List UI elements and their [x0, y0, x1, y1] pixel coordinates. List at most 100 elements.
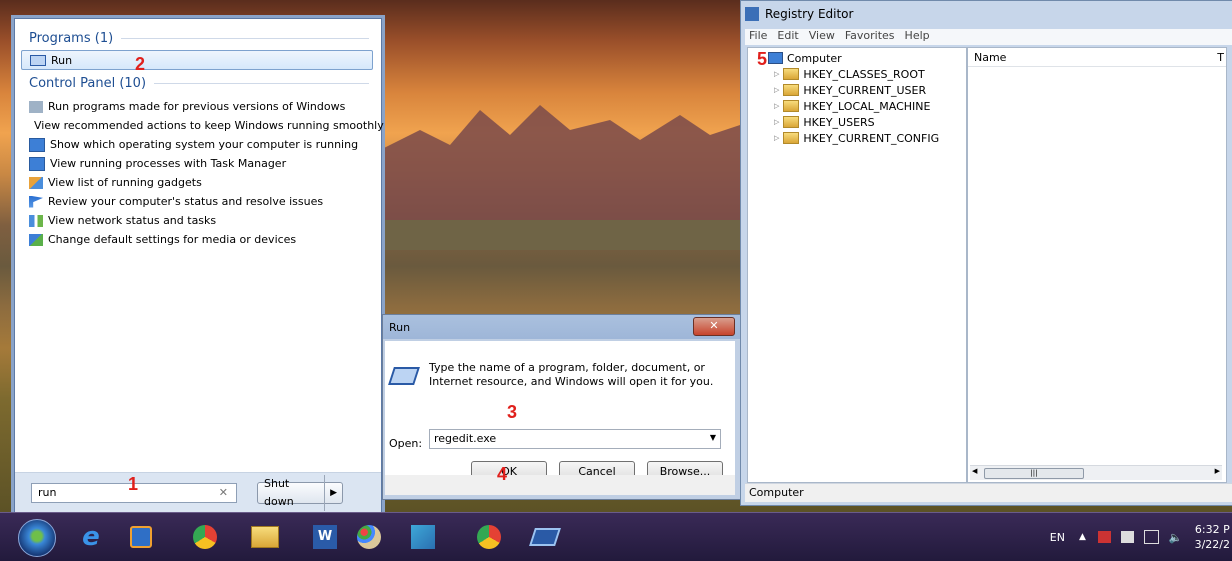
run-description: Type the name of a program, folder, docu… [429, 361, 714, 388]
expand-arrow-icon[interactable]: ▷ [774, 134, 779, 142]
chrome-taskbar-icon-2[interactable] [470, 521, 508, 553]
menu-file[interactable]: File [749, 29, 767, 45]
folder-icon [783, 132, 800, 144]
clear-search-icon[interactable]: ✕ [219, 486, 228, 499]
chrome-taskbar-icon[interactable] [186, 521, 224, 553]
menu-favorites[interactable]: Favorites [845, 29, 895, 45]
tree-node-hklm[interactable]: ▷ HKEY_LOCAL_MACHINE [748, 98, 966, 114]
run-taskbar-icon[interactable] [526, 521, 564, 553]
column-name: Name [974, 50, 1007, 64]
folder-icon [783, 100, 800, 112]
folder-icon [783, 84, 800, 96]
shutdown-options-arrow-icon[interactable]: ▶ [325, 488, 342, 498]
run-dialog-titlebar[interactable]: Run [383, 315, 741, 339]
control-panel-item[interactable]: Show which operating system your compute… [15, 135, 381, 154]
expand-arrow-icon[interactable]: ▷ [774, 86, 779, 94]
control-panel-item[interactable]: View running processes with Task Manager [15, 154, 381, 173]
menu-edit[interactable]: Edit [777, 29, 798, 45]
divider [154, 83, 369, 84]
keyboard-icon[interactable] [1120, 531, 1134, 543]
action-center-flag-icon [29, 195, 43, 208]
open-label: Open: [389, 437, 423, 450]
run-dialog: Run ✕ Type the name of a program, folder… [382, 314, 742, 500]
file-explorer-taskbar-icon[interactable] [246, 521, 284, 553]
search-value: run [38, 486, 57, 499]
paint-taskbar-icon[interactable] [350, 521, 388, 553]
control-panel-header-text: Control Panel (10) [29, 76, 147, 91]
control-panel-item[interactable]: View network status and tasks [15, 211, 381, 230]
annotation-1: 1 [128, 474, 139, 494]
control-panel-item[interactable]: View list of running gadgets [15, 173, 381, 192]
tree-item-label: HKEY_CLASSES_ROOT [803, 67, 925, 81]
run-dialog-title: Run [389, 320, 411, 334]
action-center-flag-icon[interactable] [1097, 531, 1111, 543]
tree-node-hkcu[interactable]: ▷ HKEY_CURRENT_USER [748, 82, 966, 98]
word-taskbar-icon[interactable]: W [306, 521, 344, 553]
media-player-taskbar-icon[interactable] [122, 521, 160, 553]
tree-item-label: HKEY_LOCAL_MACHINE [803, 99, 931, 113]
folder-icon [783, 68, 800, 80]
start-button[interactable] [18, 519, 56, 557]
open-value: regedit.exe [434, 432, 497, 445]
control-panel-header: Control Panel (10) [15, 72, 381, 93]
expand-arrow-icon[interactable]: ▷ [774, 118, 779, 126]
tree-item-label: HKEY_CURRENT_USER [803, 83, 927, 97]
start-menu: Programs (1) Run Control Panel (10) Run … [14, 18, 384, 514]
annotation-4: 4 [497, 464, 508, 484]
programs-header-text: Programs (1) [29, 31, 114, 46]
item-label: Show which operating system your compute… [50, 138, 359, 151]
annotation-3: 3 [507, 402, 518, 422]
run-close-button[interactable]: ✕ [693, 317, 735, 336]
registry-tree-pane: Computer ▷ HKEY_CLASSES_ROOT ▷ HKEY_CURREN… [747, 47, 967, 483]
horizontal-scrollbar[interactable]: ◀ ||| ▶ [970, 465, 1222, 480]
registry-status-bar: Computer [745, 483, 1232, 502]
run-icon [388, 367, 420, 385]
run-dialog-body: Type the name of a program, folder, docu… [385, 341, 735, 483]
volume-icon[interactable]: 🔈 [1169, 531, 1183, 544]
registry-editor-title: Registry Editor [765, 7, 854, 21]
scroll-left-icon[interactable]: ◀ [972, 467, 977, 475]
menu-help[interactable]: Help [905, 29, 930, 45]
registry-editor-titlebar[interactable]: Registry Editor [741, 1, 1232, 27]
tree-item-label: HKEY_CURRENT_CONFIG [803, 131, 940, 145]
registry-editor-window: Registry Editor File Edit View Favorites… [740, 0, 1232, 506]
annotation-5: 5 [757, 49, 768, 69]
network-icon[interactable] [1143, 530, 1159, 544]
item-label: View list of running gadgets [48, 176, 202, 189]
registry-editor-taskbar-icon[interactable] [404, 521, 442, 553]
clock-time: 6:32 P [1194, 523, 1230, 536]
registry-menu-bar: File Edit View Favorites Help [745, 29, 1232, 45]
clock[interactable]: 6:32 P 3/22/2 [1187, 522, 1232, 552]
scrollbar-thumb[interactable]: ||| [984, 468, 1084, 479]
control-panel-item[interactable]: Review your computer's status and resolv… [15, 192, 381, 211]
tree-node-hkcr[interactable]: ▷ HKEY_CLASSES_ROOT [748, 66, 966, 82]
show-hidden-icons-icon[interactable]: ▲ [1079, 532, 1086, 542]
control-panel-item[interactable]: Run programs made for previous versions … [15, 97, 381, 116]
annotation-2: 2 [135, 54, 146, 74]
control-panel-item[interactable]: Change default settings for media or dev… [15, 230, 381, 249]
shutdown-label: Shut down [258, 475, 326, 511]
values-column-header[interactable]: Name T [968, 48, 1226, 67]
expand-arrow-icon[interactable]: ▷ [774, 102, 779, 110]
tree-node-computer[interactable]: Computer [748, 50, 966, 66]
tree-node-hku[interactable]: ▷ HKEY_USERS [748, 114, 966, 130]
language-indicator[interactable]: EN [1050, 531, 1065, 544]
item-label: Review your computer's status and resolv… [48, 195, 324, 208]
run-icon [30, 54, 46, 66]
run-program-item[interactable]: Run [21, 50, 373, 70]
run-dialog-footer [385, 475, 735, 495]
expand-arrow-icon[interactable]: ▷ [774, 70, 779, 78]
programs-header: Programs (1) [15, 27, 381, 48]
tree-root-label: Computer [787, 51, 842, 65]
registry-editor-icon [745, 7, 759, 21]
dropdown-arrow-icon[interactable]: ▼ [710, 433, 716, 442]
tree-node-hkcc[interactable]: ▷ HKEY_CURRENT_CONFIG [748, 130, 966, 146]
menu-view[interactable]: View [809, 29, 835, 45]
shutdown-button[interactable]: Shut down ▶ [257, 475, 343, 511]
scroll-right-icon[interactable]: ▶ [1215, 467, 1220, 475]
open-combobox[interactable]: regedit.exe ▼ [429, 429, 721, 449]
run-item-label: Run [51, 53, 73, 67]
control-panel-item[interactable]: View recommended actions to keep Windows… [15, 116, 384, 135]
system-monitor-icon [29, 137, 45, 152]
internet-explorer-taskbar-icon[interactable]: e [72, 521, 110, 553]
